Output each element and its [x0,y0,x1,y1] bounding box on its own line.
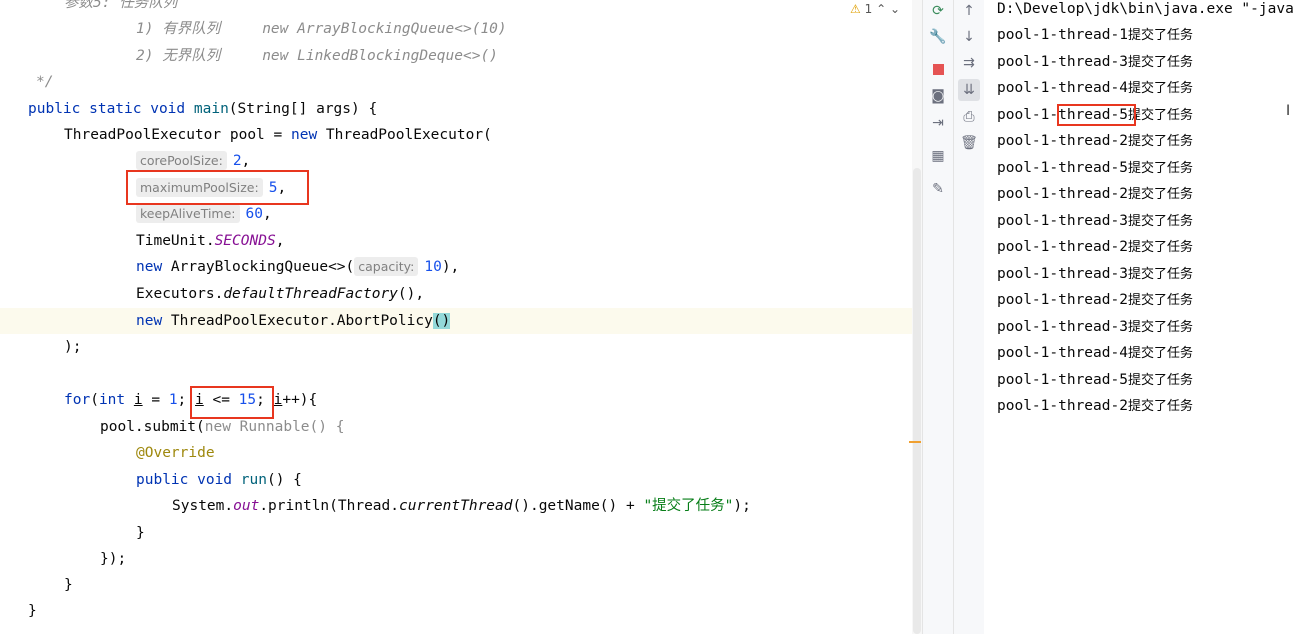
comment-line: 2) 无界队列 new LinkedBlockingDeque<>() [136,48,498,64]
param-hint: capacity: [354,257,419,276]
pool-declaration: ThreadPoolExecutor pool = new ThreadPool… [64,127,492,143]
pin-icon[interactable]: ✎ [927,178,949,200]
inspection-widget[interactable]: ⚠ 1 ⌃ ⌄ [850,2,900,16]
arg-time-unit: TimeUnit.SECONDS, [136,233,285,249]
console-line: pool-1-thread-3提交了任务 [997,266,1193,282]
close-brace: } [136,525,145,541]
scrollbar-thumb[interactable] [913,168,921,634]
console-line: pool-1-thread-4提交了任务 [997,345,1193,361]
console-line: pool-1-thread-2提交了任务 [997,239,1193,255]
console-line: pool-1-thread-2提交了任务 [997,292,1193,308]
up-arrow-icon[interactable]: ↑ [958,0,980,22]
comment-end: */ [36,74,54,90]
console-toolbar: ↑ ↓ ⇉ ⇊ ⎙ 🗑 [953,0,985,634]
console-line: pool-1-thread-4提交了任务 [997,80,1193,96]
text-cursor-icon: I [1286,103,1291,119]
layout-icon[interactable]: ▦ [927,145,949,167]
console-line: pool-1-thread-3提交了任务 [997,213,1193,229]
chevron-down-icon[interactable]: ⌄ [890,2,900,16]
wrench-icon[interactable]: 🔧 [927,26,949,48]
comment-line: 参数5: 任务队列 [64,0,178,11]
chevron-up-icon[interactable]: ⌃ [876,2,886,16]
arg-rejection-policy: new ThreadPoolExecutor.AbortPolicy() [136,313,451,329]
console-line: pool-1-thread-1提交了任务 [997,27,1193,43]
ctor-close: ); [64,339,82,355]
param-hint: keepAliveTime: [136,204,240,223]
console-output[interactable]: D:\Develop\jdk\bin\java.exe "-java pool-… [984,0,1298,634]
trash-icon[interactable]: 🗑 [958,132,980,154]
exit-icon[interactable]: ⇥ [927,112,949,134]
soft-wrap-icon[interactable]: ⇉ [958,52,980,74]
console-line: pool-1-thread-2提交了任务 [997,186,1193,202]
close-brace: } [28,603,37,619]
highlight-box-loop-bound [190,386,274,419]
console-command-line: D:\Develop\jdk\bin\java.exe "-java [997,1,1294,17]
stop-icon[interactable] [927,58,949,80]
close-brace: } [64,577,73,593]
camera-icon[interactable]: ◙ [927,85,949,107]
down-arrow-icon[interactable]: ↓ [958,26,980,48]
warning-icon: ⚠ [850,2,861,16]
comment-line: 1) 有界队列 new ArrayBlockingQueue<>(10) [136,21,507,37]
println-statement: System.out.println(Thread.currentThread(… [172,498,751,514]
scroll-to-end-icon[interactable]: ⇊ [958,79,980,101]
console-line: pool-1-thread-3提交了任务 [997,319,1193,335]
highlight-box-thread-5 [1057,104,1136,126]
print-icon[interactable]: ⎙ [958,106,980,128]
param-hint: corePoolSize: [136,151,227,170]
highlight-box-max-pool [126,170,309,205]
close-submit: }); [100,551,127,567]
arg-work-queue: new ArrayBlockingQueue<>(capacity: 10), [136,257,460,276]
arg-thread-factory: Executors.defaultThreadFactory(), [136,286,425,302]
console-line: pool-1-thread-5提交了任务 [997,160,1193,176]
code-editor[interactable]: 参数5: 任务队列 1) 有界队列 new ArrayBlockingQueue<… [0,0,912,634]
console-line: pool-1-thread-5提交了任务 [997,372,1193,388]
warning-stripe-marker[interactable] [909,441,921,443]
run-method: public void run() { [136,472,302,488]
override-annotation: @Override [136,445,215,461]
main-signature: public static void main(String[] args) { [28,101,378,117]
run-toolbar: ⟳ 🔧 ◙ ⇥ ▦ ✎ [922,0,954,634]
console-line: pool-1-thread-2提交了任务 [997,398,1193,414]
console-line: pool-1-thread-2提交了任务 [997,133,1193,149]
rerun-icon[interactable]: ⟳ [927,0,949,22]
console-line: pool-1-thread-3提交了任务 [997,54,1193,70]
